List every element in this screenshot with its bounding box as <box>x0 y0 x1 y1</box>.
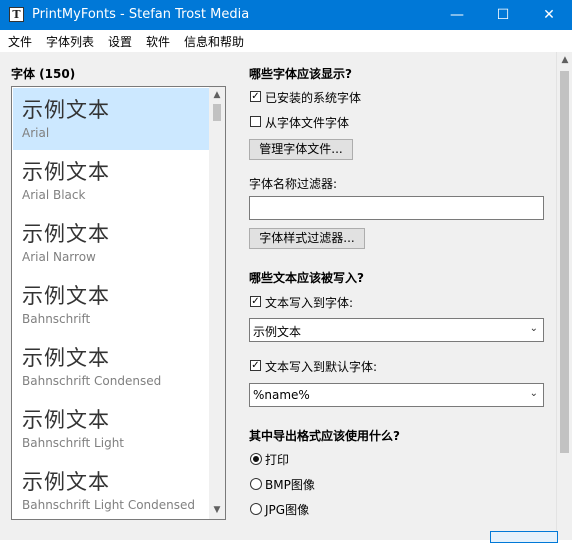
which-fonts-heading: 哪些字体应该显示? <box>249 67 352 81</box>
font-list-scroll-thumb[interactable] <box>213 104 221 121</box>
name-filter-input[interactable] <box>249 196 544 220</box>
format-print-radio[interactable] <box>250 453 262 465</box>
font-list-item[interactable]: 示例文本 Bahnschrift Light <box>13 398 209 460</box>
font-sample-text: 示例文本 <box>22 284 110 308</box>
scroll-down-icon[interactable]: ▼ <box>209 502 225 519</box>
chevron-down-icon[interactable]: ⌄ <box>530 388 538 399</box>
maximize-button[interactable]: ☐ <box>480 0 526 30</box>
window-scroll-thumb[interactable] <box>560 71 569 453</box>
menu-settings[interactable]: 设置 <box>108 33 132 50</box>
minimize-button[interactable]: — <box>434 0 480 30</box>
write-default-select[interactable]: %name% ⌄ <box>249 383 544 407</box>
installed-fonts-label: 已安装的系统字体 <box>265 91 362 105</box>
style-filter-button[interactable]: 字体样式过滤器... <box>249 228 365 249</box>
font-sample-text: 示例文本 <box>22 160 110 184</box>
font-name: Bahnschrift Light <box>22 436 124 450</box>
write-default-label: 文本写入到默认字体: <box>265 360 378 374</box>
format-jpg-radio[interactable] <box>250 503 262 515</box>
font-file-checkbox[interactable] <box>250 116 261 127</box>
which-text-heading: 哪些文本应该被写入? <box>249 271 364 285</box>
font-sample-text: 示例文本 <box>22 222 110 246</box>
write-text-value: 示例文本 <box>253 325 302 339</box>
write-default-checkbox[interactable]: ✓ <box>250 360 261 371</box>
font-list-item[interactable]: 示例文本 Bahnschrift <box>13 274 209 336</box>
name-filter-label: 字体名称过滤器: <box>249 177 338 191</box>
menu-software[interactable]: 软件 <box>146 33 170 50</box>
font-sample-text: 示例文本 <box>22 408 110 432</box>
font-sample-text: 示例文本 <box>22 346 110 370</box>
font-list-item[interactable]: 示例文本 Arial <box>13 88 209 150</box>
export-format-heading: 其中导出格式应该使用什么? <box>249 429 400 443</box>
menu-font-list[interactable]: 字体列表 <box>46 33 94 50</box>
font-list-item[interactable]: 示例文本 Bahnschrift Condensed <box>13 336 209 398</box>
close-button[interactable]: ✕ <box>526 0 572 30</box>
write-text-label: 文本写入到字体: <box>265 296 354 310</box>
font-list[interactable]: 示例文本 Arial 示例文本 Arial Black 示例文本 Arial N… <box>11 86 226 520</box>
font-name: Bahnschrift Condensed <box>22 374 162 388</box>
font-sample-text: 示例文本 <box>22 98 110 122</box>
font-name: Bahnschrift <box>22 312 91 326</box>
format-bmp-radio[interactable] <box>250 478 262 490</box>
title-bar: T PrintMyFonts - Stefan Trost Media — ☐ … <box>0 0 572 30</box>
font-list-item[interactable]: 示例文本 Arial Narrow <box>13 212 209 274</box>
menu-file[interactable]: 文件 <box>8 33 32 50</box>
manage-font-files-button[interactable]: 管理字体文件... <box>249 139 353 160</box>
installed-fonts-checkbox[interactable]: ✓ <box>250 91 261 102</box>
font-name: Arial Black <box>22 188 86 202</box>
font-count-heading: 字体 (150) <box>11 67 76 81</box>
format-jpg-label: JPG图像 <box>265 503 310 517</box>
font-list-item[interactable]: 示例文本 Bahnschrift Light Condensed <box>13 460 209 519</box>
chevron-down-icon[interactable]: ⌄ <box>530 323 538 334</box>
font-name: Arial Narrow <box>22 250 96 264</box>
font-name: Arial <box>22 126 50 140</box>
print-button[interactable] <box>490 531 558 543</box>
font-list-scrollbar[interactable]: ▲ ▼ <box>209 87 225 519</box>
write-text-select[interactable]: 示例文本 ⌄ <box>249 318 544 342</box>
write-text-checkbox[interactable]: ✓ <box>250 296 261 307</box>
menu-bar: 文件 字体列表 设置 软件 信息和帮助 <box>0 30 572 52</box>
font-list-item[interactable]: 示例文本 Arial Black <box>13 150 209 212</box>
window-scrollbar[interactable]: ▲ <box>556 52 572 540</box>
format-bmp-label: BMP图像 <box>265 478 315 492</box>
format-print-label: 打印 <box>265 453 290 467</box>
font-sample-text: 示例文本 <box>22 470 110 494</box>
menu-info-help[interactable]: 信息和帮助 <box>184 33 244 50</box>
scroll-up-icon[interactable]: ▲ <box>557 52 572 69</box>
app-icon: T <box>9 7 24 22</box>
window-title: PrintMyFonts - Stefan Trost Media <box>32 7 250 22</box>
font-name: Bahnschrift Light Condensed <box>22 498 195 512</box>
write-default-value: %name% <box>253 388 310 402</box>
font-file-label: 从字体文件字体 <box>265 116 350 130</box>
scroll-up-icon[interactable]: ▲ <box>209 87 225 104</box>
